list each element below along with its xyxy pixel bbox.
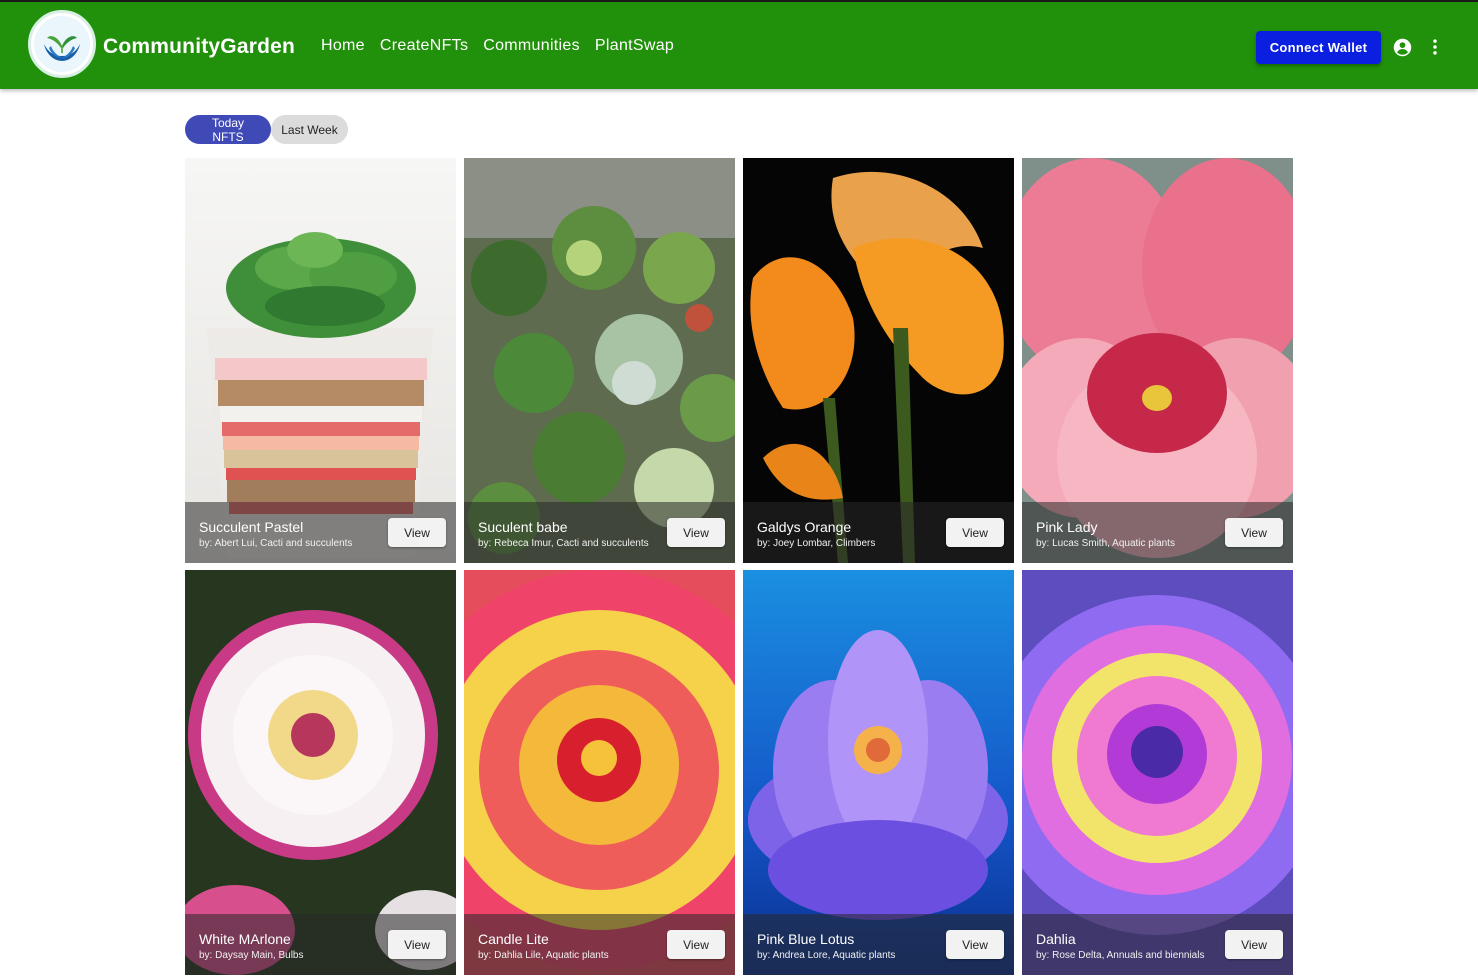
nft-filter-chips: Today NFTS Last Week <box>185 115 348 144</box>
app-bar: CommunityGarden Home CreateNFTs Communit… <box>0 0 1478 89</box>
card-caption: Galdys Orange by: Joey Lombar, Climbers … <box>743 502 1014 563</box>
nav-create-nfts[interactable]: CreateNFTs <box>380 37 468 55</box>
card-title: Pink Lady <box>1036 519 1098 535</box>
brand-logo[interactable] <box>28 10 96 78</box>
card-caption: Suculent babe by: Rebeca Imur, Cacti and… <box>464 502 735 563</box>
card-title: White MArlone <box>199 931 291 947</box>
card-caption: Pink Blue Lotus by: Andrea Lore, Aquatic… <box>743 914 1014 975</box>
nft-card[interactable]: Pink Blue Lotus by: Andrea Lore, Aquatic… <box>743 570 1014 975</box>
card-title: Dahlia <box>1036 931 1076 947</box>
card-title: Candle Lite <box>478 931 549 947</box>
nft-card[interactable]: Candle Lite by: Dahlia Lile, Aquatic pla… <box>464 570 735 975</box>
nft-card[interactable]: Pink Lady by: Lucas Smith, Aquatic plant… <box>1022 158 1293 563</box>
card-caption: Candle Lite by: Dahlia Lile, Aquatic pla… <box>464 914 735 975</box>
view-button[interactable]: View <box>667 930 725 959</box>
nft-card[interactable]: Dahlia by: Rose Delta, Annuals and bienn… <box>1022 570 1293 975</box>
view-button[interactable]: View <box>667 518 725 547</box>
view-button[interactable]: View <box>1225 518 1283 547</box>
connect-wallet-button[interactable]: Connect Wallet <box>1256 31 1381 64</box>
view-button[interactable]: View <box>388 930 446 959</box>
main-nav: Home CreateNFTs Communities PlantSwap <box>321 37 689 55</box>
more-vert-icon[interactable] <box>1425 37 1445 57</box>
card-title: Suculent babe <box>478 519 568 535</box>
card-subtitle: by: Abert Lui, Cacti and succulents <box>199 538 353 549</box>
card-caption: Dahlia by: Rose Delta, Annuals and bienn… <box>1022 914 1293 975</box>
brand-name[interactable]: CommunityGarden <box>103 35 295 59</box>
hands-sprout-logo-icon <box>34 16 90 72</box>
card-title: Pink Blue Lotus <box>757 931 855 947</box>
nav-plantswap[interactable]: PlantSwap <box>595 37 674 55</box>
nav-home[interactable]: Home <box>321 37 365 55</box>
view-button[interactable]: View <box>946 930 1004 959</box>
last-week-chip[interactable]: Last Week <box>271 115 348 144</box>
card-subtitle: by: Daysay Main, Bulbs <box>199 950 304 961</box>
nav-communities[interactable]: Communities <box>483 37 580 55</box>
nft-card[interactable]: White MArlone by: Daysay Main, Bulbs Vie… <box>185 570 456 975</box>
card-subtitle: by: Lucas Smith, Aquatic plants <box>1036 538 1175 549</box>
today-nfts-chip[interactable]: Today NFTS <box>185 115 271 144</box>
account-circle-icon[interactable] <box>1392 37 1413 58</box>
view-button[interactable]: View <box>1225 930 1283 959</box>
card-subtitle: by: Joey Lombar, Climbers <box>757 538 876 549</box>
card-caption: Succulent Pastel by: Abert Lui, Cacti an… <box>185 502 456 563</box>
nft-card[interactable]: Succulent Pastel by: Abert Lui, Cacti an… <box>185 158 456 563</box>
card-subtitle: by: Dahlia Lile, Aquatic plants <box>478 950 609 961</box>
card-caption: Pink Lady by: Lucas Smith, Aquatic plant… <box>1022 502 1293 563</box>
card-subtitle: by: Rebeca Imur, Cacti and succulents <box>478 538 649 549</box>
view-button[interactable]: View <box>388 518 446 547</box>
card-title: Succulent Pastel <box>199 519 304 535</box>
card-title: Galdys Orange <box>757 519 852 535</box>
card-subtitle: by: Andrea Lore, Aquatic plants <box>757 950 896 961</box>
card-caption: White MArlone by: Daysay Main, Bulbs Vie… <box>185 914 456 975</box>
nft-card[interactable]: Galdys Orange by: Joey Lombar, Climbers … <box>743 158 1014 563</box>
view-button[interactable]: View <box>946 518 1004 547</box>
nft-card[interactable]: Suculent babe by: Rebeca Imur, Cacti and… <box>464 158 735 563</box>
card-subtitle: by: Rose Delta, Annuals and biennials <box>1036 950 1205 961</box>
